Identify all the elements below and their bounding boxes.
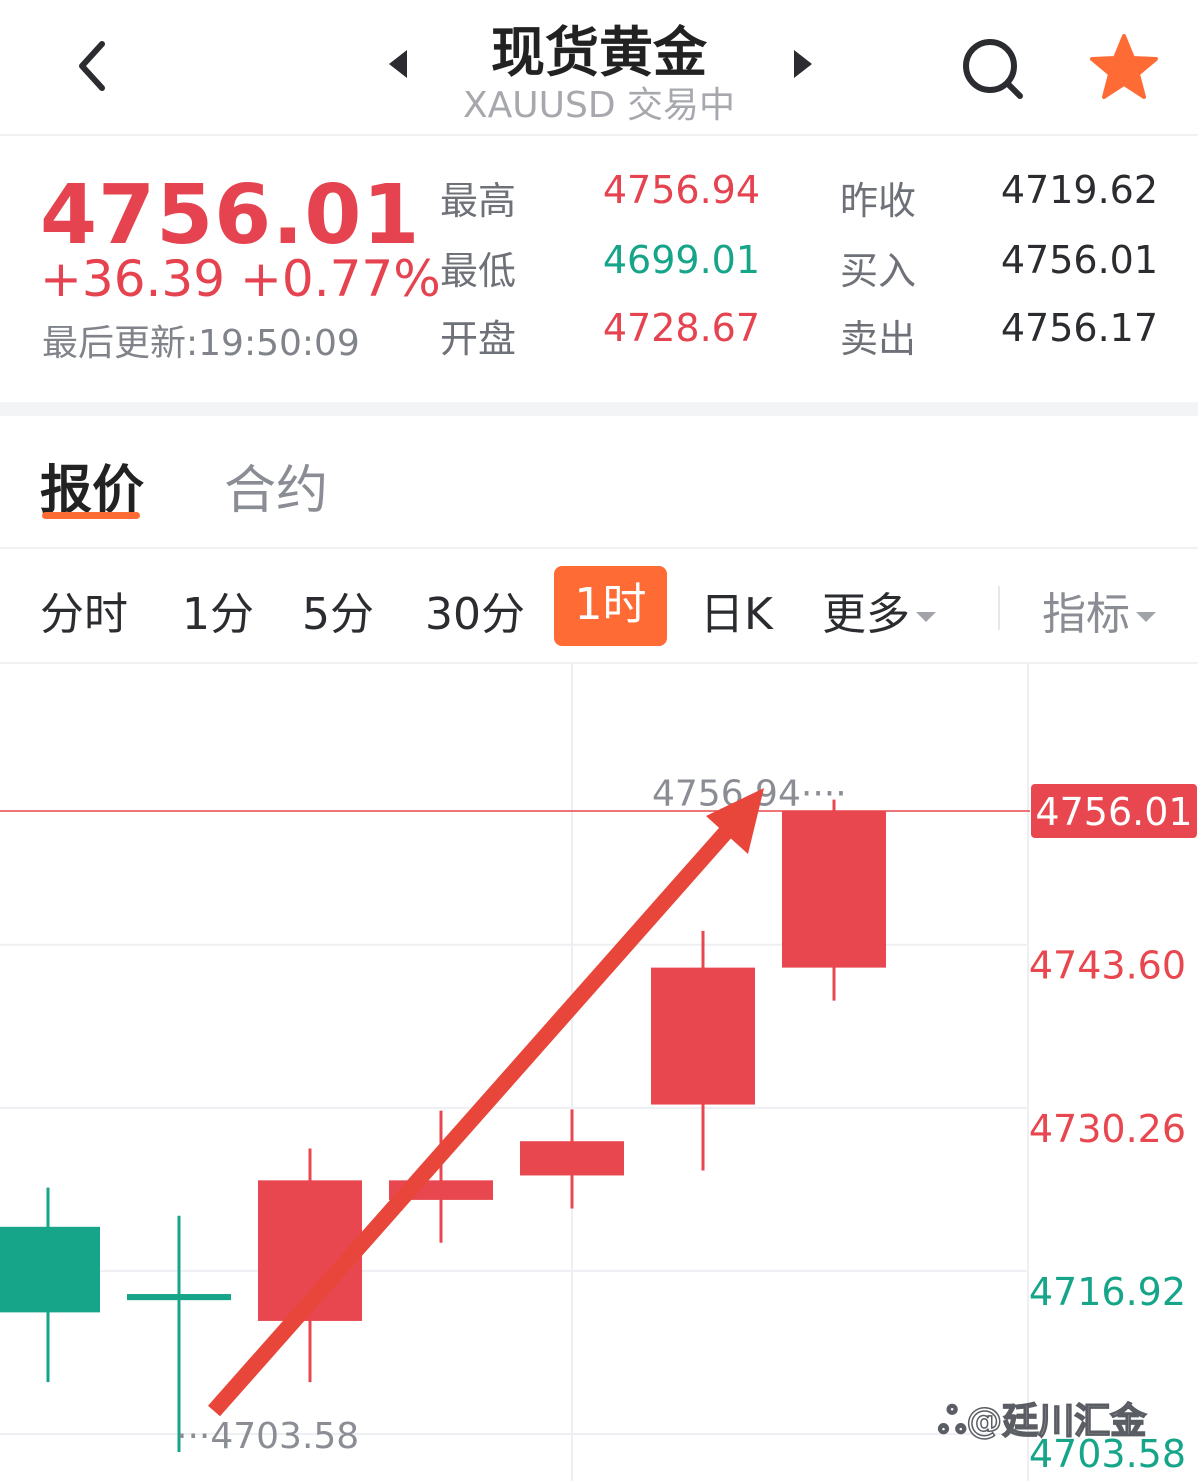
period-5min[interactable]: 5分 xyxy=(302,578,374,642)
chevron-down-icon xyxy=(1136,612,1156,622)
y-axis-label: 4730.26 xyxy=(1029,1107,1186,1151)
y-axis-label: 4716.92 xyxy=(1029,1270,1186,1314)
tab-contract[interactable]: 合约 xyxy=(224,448,328,523)
indicator-dropdown[interactable]: 指标 xyxy=(1042,578,1156,642)
stat-value-low: 4699.01 xyxy=(602,238,760,282)
candle-body[interactable] xyxy=(520,1141,624,1176)
period-1min[interactable]: 1分 xyxy=(182,578,254,642)
weibo-logo-icon: ஃ xyxy=(937,1400,967,1443)
stat-label-low: 最低 xyxy=(440,249,517,293)
stat-label-ask: 卖出 xyxy=(840,317,917,361)
period-divider xyxy=(998,586,1000,630)
stat-value-high: 4756.94 xyxy=(602,168,760,212)
candlestick-chart[interactable]: 4756.014743.604730.264716.924703.584756.… xyxy=(0,664,1198,1481)
period-daily[interactable]: 日K xyxy=(700,578,773,642)
watermark: ஃ@廷川汇金 xyxy=(937,1392,1147,1447)
watermark-text: @廷川汇金 xyxy=(965,1400,1147,1443)
stat-label-bid: 买入 xyxy=(840,249,917,293)
period-more-label: 更多 xyxy=(822,589,910,640)
current-price-label: 4756.01 xyxy=(1035,790,1192,834)
section-divider xyxy=(0,402,1198,416)
period-30min[interactable]: 30分 xyxy=(425,578,525,642)
search-icon xyxy=(963,39,1023,99)
tab-divider xyxy=(0,547,1198,549)
tab-active-indicator xyxy=(42,512,140,519)
price-change-percent: +0.77% xyxy=(240,250,441,308)
period-1hour[interactable]: 1时 xyxy=(554,566,667,646)
stat-label-open: 开盘 xyxy=(440,317,517,361)
stat-label-high: 最高 xyxy=(440,179,517,223)
candle-body[interactable] xyxy=(0,1226,100,1313)
last-update-time: 最后更新:19:50:09 xyxy=(42,323,360,364)
stat-label-prev-close: 昨收 xyxy=(840,179,917,223)
favorite-button[interactable] xyxy=(1088,32,1160,102)
star-icon xyxy=(1090,34,1158,99)
period-timeshare[interactable]: 分时 xyxy=(40,578,128,642)
indicator-label: 指标 xyxy=(1042,589,1130,640)
price-change: +36.39 xyxy=(40,250,226,308)
last-price: 4756.01 xyxy=(40,168,421,263)
stat-value-prev-close: 4719.62 xyxy=(1000,168,1158,212)
candle-body[interactable] xyxy=(651,967,755,1105)
candle-body[interactable] xyxy=(127,1294,231,1301)
chevron-down-icon xyxy=(916,612,936,622)
trend-arrow-shaft xyxy=(208,826,732,1417)
stat-value-open: 4728.67 xyxy=(602,306,760,350)
search-button[interactable] xyxy=(960,36,1026,102)
stat-value-ask: 4756.17 xyxy=(1000,306,1158,350)
candle-body[interactable] xyxy=(782,811,886,968)
period-more-dropdown[interactable]: 更多 xyxy=(822,578,936,642)
low-marker-label: ···4703.58 xyxy=(176,1416,359,1457)
stat-value-bid: 4756.01 xyxy=(1000,238,1158,282)
y-axis-label: 4743.60 xyxy=(1029,944,1186,988)
